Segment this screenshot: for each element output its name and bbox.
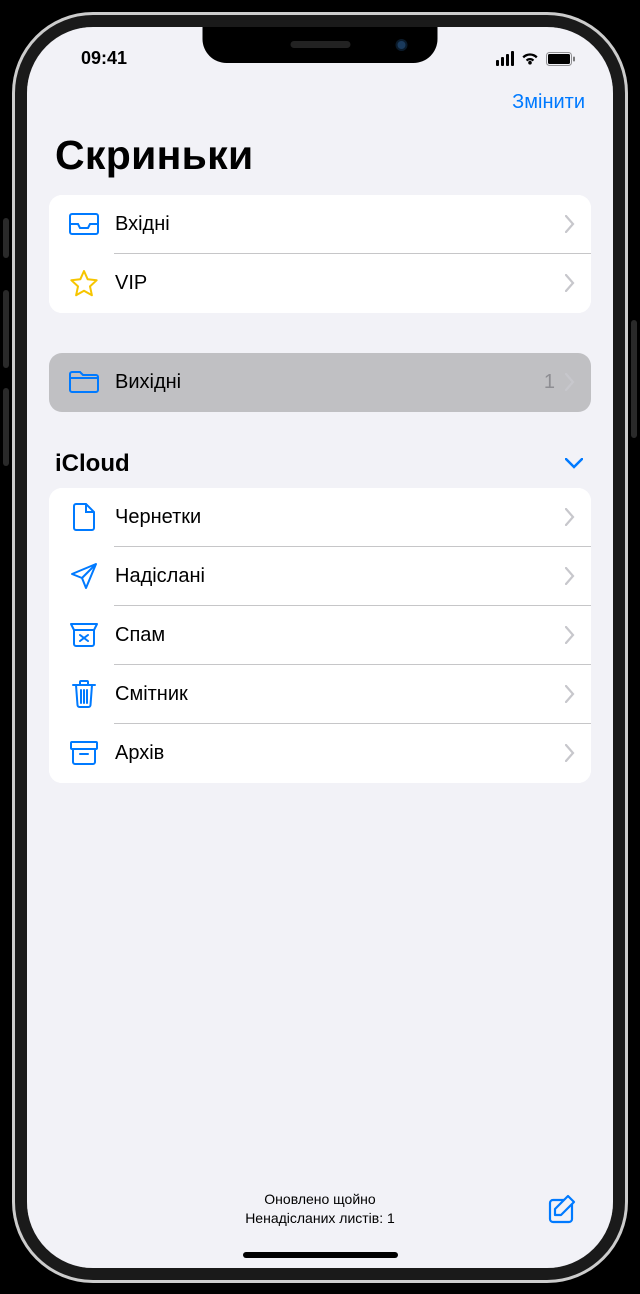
archive-icon bbox=[67, 738, 101, 768]
status-line-2: Ненадісланих листів: 1 bbox=[245, 1209, 395, 1228]
mailbox-label: Спам bbox=[115, 624, 565, 647]
favorites-group: Вхідні VIP bbox=[49, 195, 591, 313]
mailbox-spam[interactable]: Спам bbox=[49, 606, 591, 665]
document-icon bbox=[67, 502, 101, 532]
chevron-down-icon bbox=[565, 458, 583, 469]
mailbox-count: 1 bbox=[544, 371, 555, 394]
outbox-group: Вихідні 1 bbox=[49, 353, 591, 412]
icloud-section-header[interactable]: iCloud bbox=[27, 412, 613, 488]
chevron-right-icon bbox=[565, 508, 575, 526]
nav-bar: Змінити bbox=[27, 77, 613, 114]
mailbox-label: Чернетки bbox=[115, 506, 565, 529]
mailbox-label: Вхідні bbox=[115, 213, 565, 236]
mailbox-label: Архів bbox=[115, 742, 565, 765]
mailbox-label: Надіслані bbox=[115, 565, 565, 588]
mailbox-drafts[interactable]: Чернетки bbox=[49, 488, 591, 547]
compose-icon bbox=[547, 1193, 579, 1225]
edit-button[interactable]: Змінити bbox=[512, 91, 585, 114]
bottom-toolbar: Оновлено щойно Ненадісланих листів: 1 bbox=[27, 1174, 613, 1238]
status-text: Оновлено щойно Ненадісланих листів: 1 bbox=[245, 1190, 395, 1228]
chevron-right-icon bbox=[565, 744, 575, 762]
compose-button[interactable] bbox=[547, 1193, 579, 1225]
mailbox-vip[interactable]: VIP bbox=[49, 254, 591, 313]
battery-icon bbox=[546, 52, 576, 66]
home-indicator[interactable] bbox=[243, 1252, 398, 1258]
chevron-right-icon bbox=[565, 567, 575, 585]
status-icons bbox=[496, 51, 582, 66]
icloud-group: Чернетки Надіслані bbox=[49, 488, 591, 783]
chevron-right-icon bbox=[565, 274, 575, 292]
mailbox-label: VIP bbox=[115, 272, 565, 295]
inbox-icon bbox=[67, 209, 101, 239]
wifi-icon bbox=[520, 51, 540, 66]
trash-icon bbox=[67, 679, 101, 709]
mailbox-sent[interactable]: Надіслані bbox=[49, 547, 591, 606]
cellular-signal-icon bbox=[496, 51, 515, 66]
mailbox-label: Вихідні bbox=[115, 371, 544, 394]
spam-icon bbox=[67, 620, 101, 650]
mailbox-label: Смітник bbox=[115, 683, 565, 706]
section-title: iCloud bbox=[55, 450, 130, 478]
chevron-right-icon bbox=[565, 626, 575, 644]
mailbox-trash[interactable]: Смітник bbox=[49, 665, 591, 724]
chevron-right-icon bbox=[565, 373, 575, 391]
status-line-1: Оновлено щойно bbox=[245, 1190, 395, 1209]
chevron-right-icon bbox=[565, 685, 575, 703]
mailbox-outbox[interactable]: Вихідні 1 bbox=[49, 353, 591, 412]
star-icon bbox=[67, 268, 101, 298]
status-time: 09:41 bbox=[59, 48, 127, 69]
mailbox-inbox[interactable]: Вхідні bbox=[49, 195, 591, 254]
page-title: Скриньки bbox=[27, 114, 613, 195]
folder-icon bbox=[67, 367, 101, 397]
chevron-right-icon bbox=[565, 215, 575, 233]
send-icon bbox=[67, 561, 101, 591]
mailbox-archive[interactable]: Архів bbox=[49, 724, 591, 783]
